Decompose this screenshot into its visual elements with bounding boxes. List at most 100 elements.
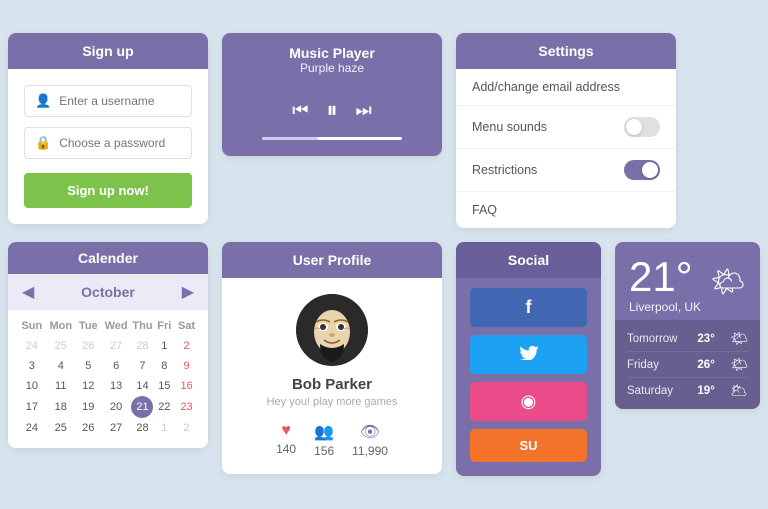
calendar-day[interactable]: 19 xyxy=(76,396,101,418)
forecast-tomorrow: Tomorrow 23° 🌤 xyxy=(627,326,748,352)
music-player-body: ⏮ ⏸ ⏭ xyxy=(222,87,442,156)
calendar-day[interactable]: 4 xyxy=(46,356,76,376)
settings-item-email[interactable]: Add/change email address xyxy=(456,69,676,106)
settings-label-sounds: Menu sounds xyxy=(472,120,547,134)
weather-main: 21° 🌤 Liverpool, UK xyxy=(615,242,760,320)
day-fri: Fri xyxy=(153,316,175,336)
password-input-group[interactable]: 🔒 xyxy=(24,127,192,159)
forecast-icon-1: 🌤 xyxy=(730,330,748,347)
pause-button[interactable]: ⏸ xyxy=(326,97,337,123)
facebook-icon: f xyxy=(526,297,532,318)
calendar-day[interactable]: 26 xyxy=(76,418,101,438)
calendar-day[interactable]: 7 xyxy=(131,356,153,376)
calendar-day[interactable]: 14 xyxy=(131,376,153,396)
weather-forecast: Tomorrow 23° 🌤 Friday 26° 🌤 Saturday 19°… xyxy=(615,320,760,409)
calendar-day[interactable]: 20 xyxy=(101,396,132,418)
calendar-header: Calender xyxy=(8,242,208,274)
forecast-friday: Friday 26° 🌤 xyxy=(627,352,748,378)
stat-views-count: 11,990 xyxy=(352,444,388,458)
signup-button[interactable]: Sign up now! xyxy=(24,173,192,208)
calendar-day[interactable]: 26 xyxy=(76,336,101,356)
calendar-day[interactable]: 22 xyxy=(153,396,175,418)
calendar-day[interactable]: 24 xyxy=(18,336,46,356)
calendar-day[interactable]: 13 xyxy=(101,376,132,396)
calendar-day[interactable]: 24 xyxy=(18,418,46,438)
next-month-button[interactable]: ▶ xyxy=(182,282,194,302)
calendar-day[interactable]: 10 xyxy=(18,376,46,396)
music-header: Music Player Purple haze xyxy=(222,33,442,87)
calendar-day[interactable]: 25 xyxy=(46,336,76,356)
forecast-temp-1: 23° xyxy=(697,333,714,345)
calendar-day[interactable]: 1 xyxy=(153,418,175,438)
twitter-button[interactable] xyxy=(470,335,587,374)
calendar-day[interactable]: 2 xyxy=(175,336,198,356)
signup-card: Sign up 👤 🔒 Sign up now! xyxy=(8,33,208,224)
dribbble-button[interactable]: ◉ xyxy=(470,382,587,421)
calendar-day[interactable]: 8 xyxy=(153,356,175,376)
calendar-day[interactable]: 23 xyxy=(175,396,198,418)
followers-icon: 👥 xyxy=(314,422,334,442)
weather-card: 21° 🌤 Liverpool, UK Tomorrow 23° 🌤 Frida… xyxy=(615,242,760,409)
settings-item-restrictions[interactable]: Restrictions xyxy=(456,149,676,192)
calendar-day[interactable]: 5 xyxy=(76,356,101,376)
settings-item-sounds[interactable]: Menu sounds xyxy=(456,106,676,149)
music-card: Music Player Purple haze ⏮ ⏸ ⏭ xyxy=(222,33,442,156)
forecast-icon-2: 🌤 xyxy=(730,356,748,373)
rewind-button[interactable]: ⏮ xyxy=(292,100,308,121)
profile-avatar xyxy=(296,294,368,366)
social-card: Social f ◉ SU xyxy=(456,242,601,476)
stumbleupon-button[interactable]: SU xyxy=(470,429,587,462)
restrictions-toggle[interactable] xyxy=(624,160,660,180)
stumbleupon-icon: SU xyxy=(519,438,537,453)
prev-month-button[interactable]: ◀ xyxy=(22,282,34,302)
calendar-day[interactable]: 21 xyxy=(131,396,153,418)
signup-header: Sign up xyxy=(8,33,208,69)
calendar-day[interactable]: 6 xyxy=(101,356,132,376)
calendar-day[interactable]: 2 xyxy=(175,418,198,438)
calendar-day[interactable]: 28 xyxy=(131,418,153,438)
calendar-day[interactable]: 11 xyxy=(46,376,76,396)
profile-body: Bob Parker Hey you! play more games ♥ 14… xyxy=(222,278,442,474)
sounds-toggle[interactable] xyxy=(624,117,660,137)
calendar-day[interactable]: 17 xyxy=(18,396,46,418)
stat-likes: ♥ 140 xyxy=(276,422,296,458)
forecast-icon-3: 🌥 xyxy=(730,382,748,399)
forecast-temp-3: 19° xyxy=(697,385,714,397)
forecast-day-2: Friday xyxy=(627,359,682,371)
forecast-saturday: Saturday 19° 🌥 xyxy=(627,378,748,403)
calendar-day[interactable]: 27 xyxy=(101,336,132,356)
stat-likes-count: 140 xyxy=(276,442,296,456)
calendar-card: Calender ◀ October ▶ Sun Mon Tue Wed Thu xyxy=(8,242,208,448)
lock-icon: 🔒 xyxy=(35,135,51,151)
day-sat: Sat xyxy=(175,316,198,336)
calendar-day[interactable]: 27 xyxy=(101,418,132,438)
username-input-group[interactable]: 👤 xyxy=(24,85,192,117)
calendar-grid: Sun Mon Tue Wed Thu Fri Sat 242526272812… xyxy=(18,316,198,438)
day-mon: Mon xyxy=(46,316,76,336)
username-input[interactable] xyxy=(59,94,181,108)
forward-button[interactable]: ⏭ xyxy=(356,100,372,121)
music-progress-bar[interactable] xyxy=(262,137,402,140)
calendar-day[interactable]: 1 xyxy=(153,336,175,356)
user-icon: 👤 xyxy=(35,93,51,109)
calendar-nav: ◀ October ▶ xyxy=(8,274,208,310)
facebook-button[interactable]: f xyxy=(470,288,587,327)
calendar-day[interactable]: 16 xyxy=(175,376,198,396)
social-body: f ◉ SU xyxy=(456,278,601,476)
calendar-day[interactable]: 28 xyxy=(131,336,153,356)
calendar-day[interactable]: 18 xyxy=(46,396,76,418)
restrictions-toggle-knob xyxy=(642,162,658,178)
password-input[interactable] xyxy=(59,136,181,150)
profile-name: Bob Parker xyxy=(292,376,372,393)
calendar-day[interactable]: 15 xyxy=(153,376,175,396)
calendar-day[interactable]: 12 xyxy=(76,376,101,396)
profile-header: User Profile xyxy=(222,242,442,278)
views-icon: 👁 xyxy=(352,422,388,442)
sounds-toggle-knob xyxy=(626,119,642,135)
settings-item-faq[interactable]: FAQ xyxy=(456,192,676,228)
settings-label-faq: FAQ xyxy=(472,203,497,217)
calendar-day[interactable]: 25 xyxy=(46,418,76,438)
calendar-day[interactable]: 3 xyxy=(18,356,46,376)
forecast-day-1: Tomorrow xyxy=(627,333,682,345)
calendar-day[interactable]: 9 xyxy=(175,356,198,376)
